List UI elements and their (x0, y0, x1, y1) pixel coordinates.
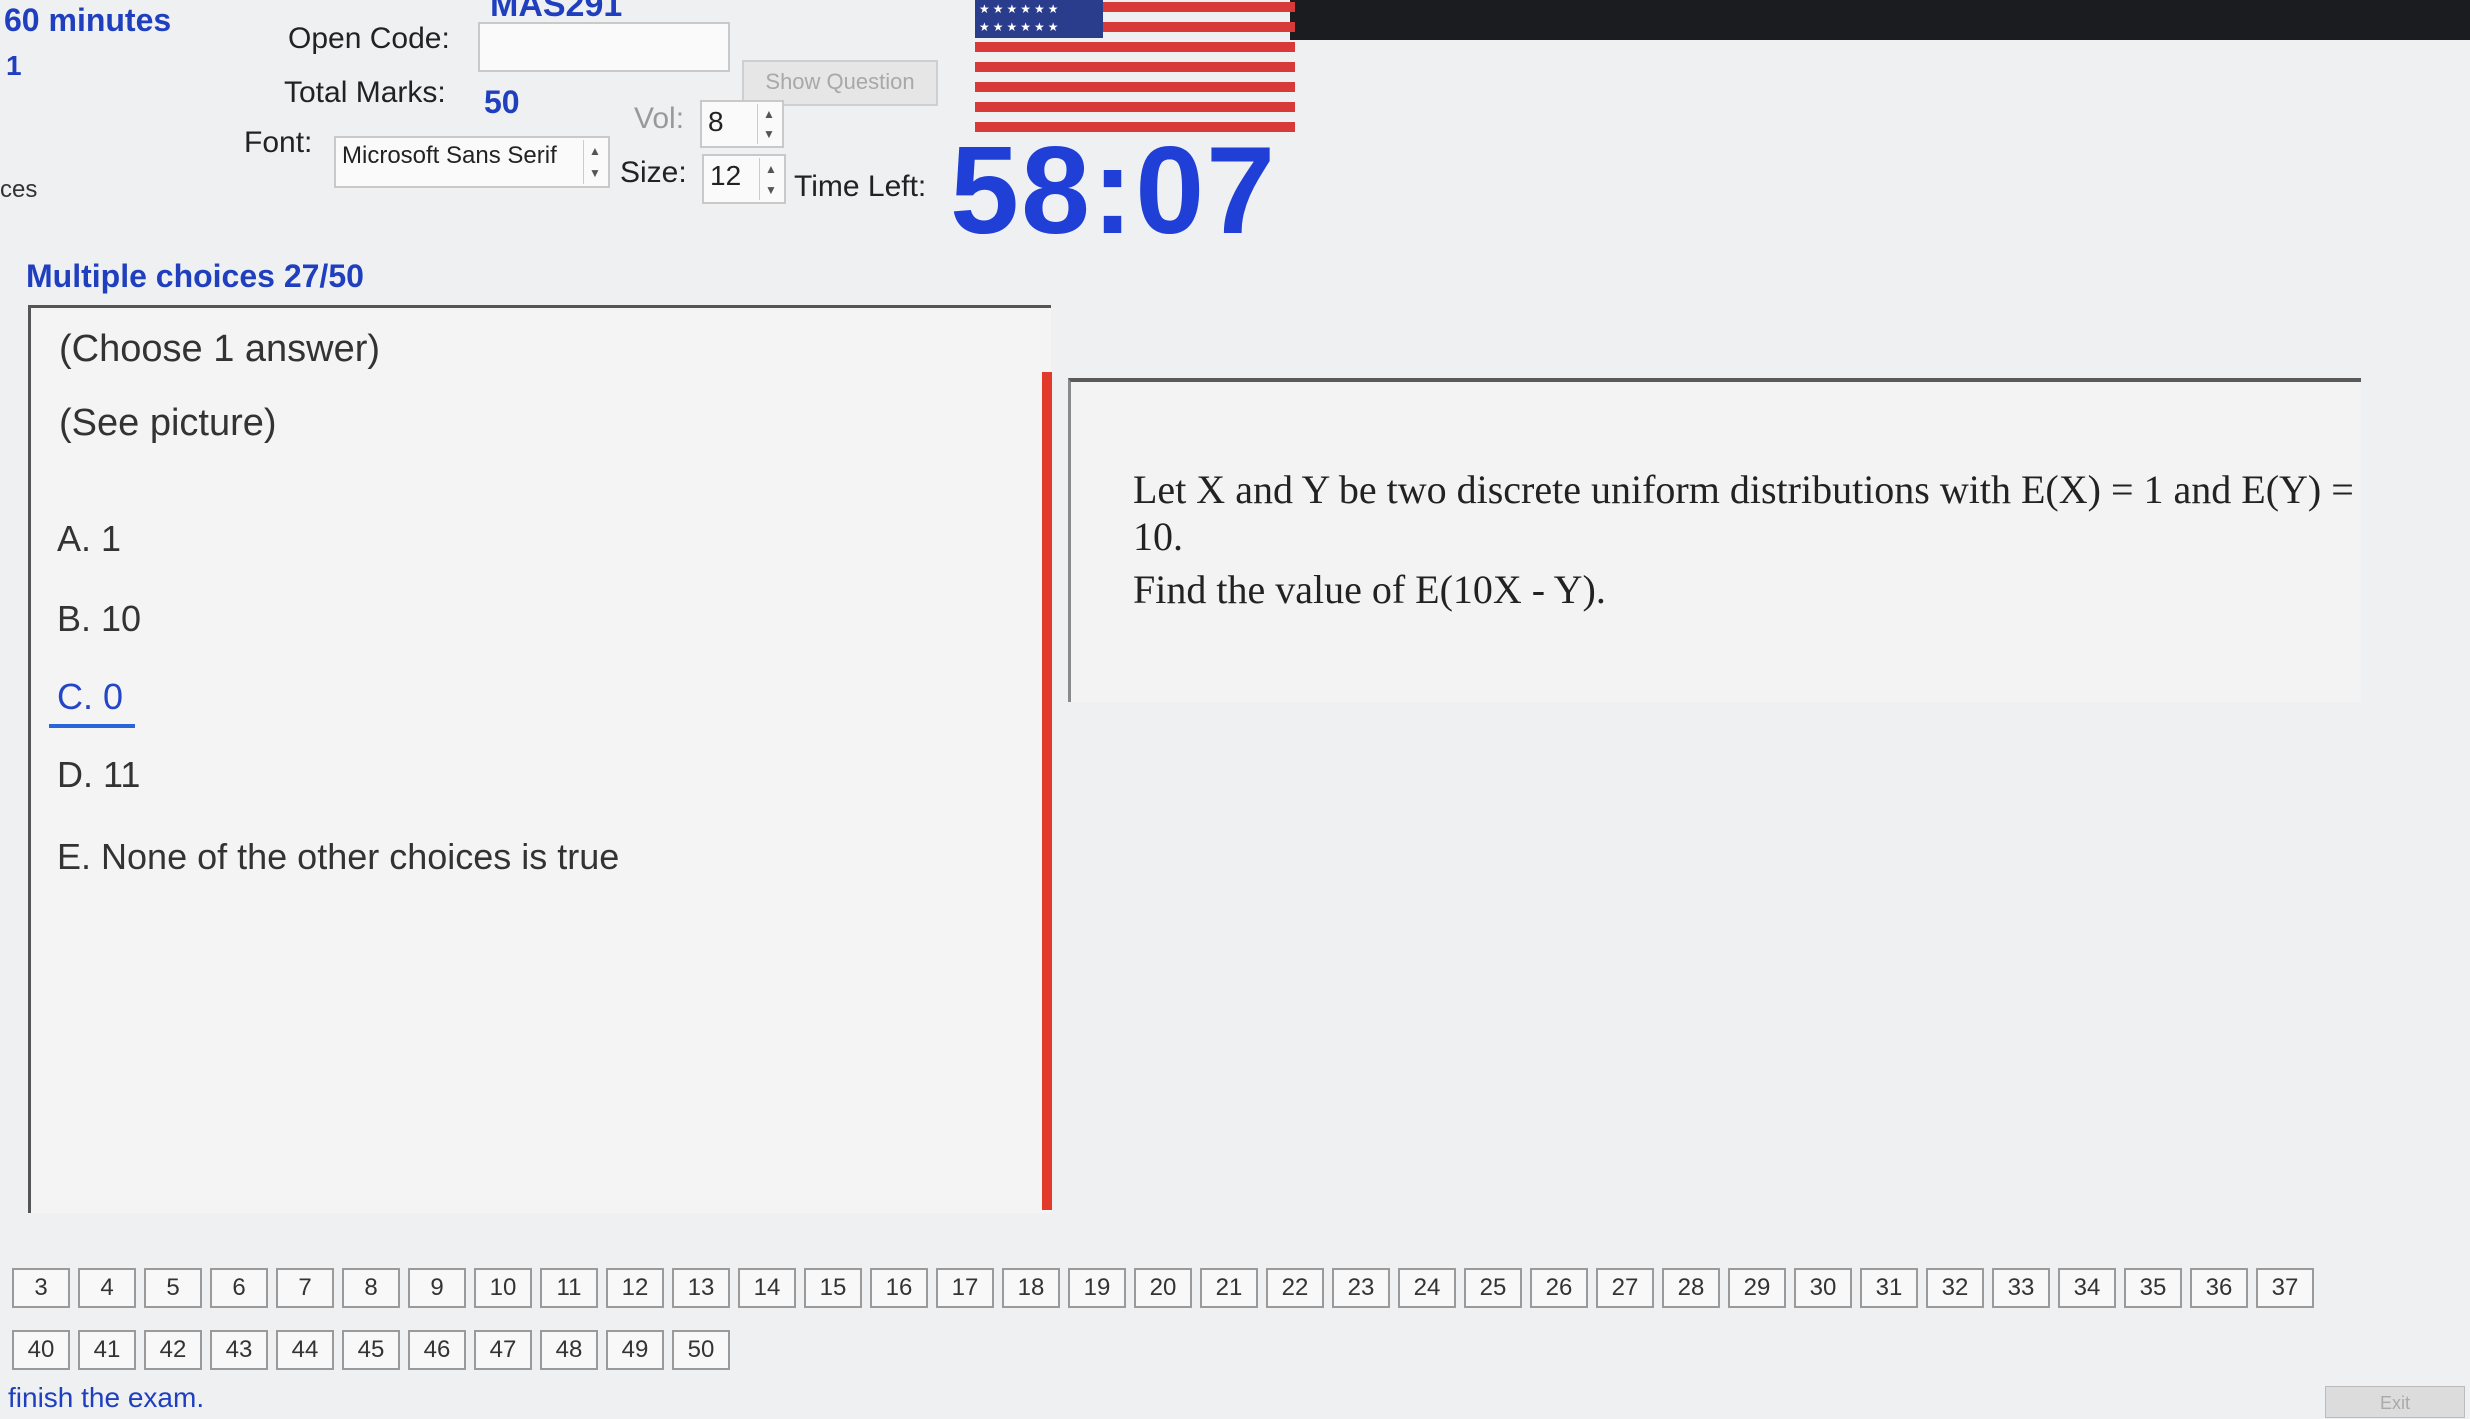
question-picture-panel: Let X and Y be two discrete uniform dist… (1068, 378, 2361, 702)
question-nav-button[interactable]: 33 (1992, 1268, 2050, 1308)
size-spin-arrows-icon[interactable]: ▲ ▼ (759, 158, 782, 200)
font-select[interactable]: Microsoft Sans Serif ▲ ▼ (334, 136, 610, 188)
question-nav-button[interactable]: 47 (474, 1330, 532, 1370)
choose-instruction: (Choose 1 answer) (59, 328, 381, 370)
question-nav-button[interactable]: 26 (1530, 1268, 1588, 1308)
see-picture-note: (See picture) (59, 402, 277, 444)
question-nav-button[interactable]: 24 (1398, 1268, 1456, 1308)
question-nav-button[interactable]: 15 (804, 1268, 862, 1308)
question-nav-button[interactable]: 34 (2058, 1268, 2116, 1308)
question-nav-button[interactable]: 35 (2124, 1268, 2182, 1308)
choice-text: 11 (103, 754, 141, 795)
choice-c[interactable]: C. 0 (48, 676, 136, 728)
question-nav-button[interactable]: 32 (1926, 1268, 1984, 1308)
question-nav-button[interactable]: 48 (540, 1330, 598, 1370)
time-left-value: 58:07 (950, 122, 1278, 260)
choice-a[interactable]: A. 1 (57, 518, 121, 560)
question-nav-button[interactable]: 20 (1134, 1268, 1192, 1308)
question-nav-button[interactable]: 19 (1068, 1268, 1126, 1308)
question-nav-button[interactable]: 6 (210, 1268, 268, 1308)
size-value: 12 (710, 160, 742, 191)
question-nav-button[interactable]: 46 (408, 1330, 466, 1370)
question-nav-button[interactable]: 3 (12, 1268, 70, 1308)
question-nav-button[interactable]: 8 (342, 1268, 400, 1308)
question-nav-button[interactable]: 22 (1266, 1268, 1324, 1308)
question-nav-row-2: 40 41 42 43 44 45 46 47 48 49 50 (12, 1330, 730, 1370)
vol-spin-arrows-icon[interactable]: ▲ ▼ (757, 104, 780, 144)
question-line-1: Let X and Y be two discrete uniform dist… (1133, 467, 2354, 559)
question-nav-row-1: 3 4 5 6 7 8 9 10 11 12 13 14 15 16 17 18 19 20 21 22 23 24 25 2… (12, 1268, 2314, 1308)
question-nav-button[interactable]: 14 (738, 1268, 796, 1308)
total-marks-label: Total Marks: (284, 76, 446, 109)
vol-label: Vol: (634, 102, 685, 135)
choice-b[interactable]: B. 10 (57, 598, 141, 640)
exit-button[interactable]: Exit (2325, 1386, 2465, 1418)
question-nav-button[interactable]: 13 (672, 1268, 730, 1308)
total-marks-value: 50 (484, 84, 520, 120)
choice-text: None of the other choices is true (101, 836, 620, 877)
duration-label: 60 minutes (4, 2, 172, 38)
question-nav-button[interactable]: 4 (78, 1268, 136, 1308)
question-nav-button[interactable]: 37 (2256, 1268, 2314, 1308)
question-nav-button[interactable]: 10 (474, 1268, 532, 1308)
size-label: Size: (620, 156, 687, 189)
us-flag-icon: ★★★★★★ ★★★★★★ (975, 0, 1295, 138)
vol-stepper[interactable]: 8 ▲ ▼ (700, 100, 784, 148)
question-nav-button[interactable]: 5 (144, 1268, 202, 1308)
open-code-label: Open Code: (288, 22, 450, 55)
question-nav-button[interactable]: 25 (1464, 1268, 1522, 1308)
section-title: Multiple choices 27/50 (26, 258, 364, 294)
question-nav-button[interactable]: 50 (672, 1330, 730, 1370)
choice-d[interactable]: D. 11 (57, 754, 140, 796)
time-left-label: Time Left: (794, 170, 927, 203)
left-number: 1 (6, 50, 22, 81)
question-nav-button[interactable]: 44 (276, 1330, 334, 1370)
question-nav-button[interactable]: 30 (1794, 1268, 1852, 1308)
choice-text: 10 (101, 598, 142, 639)
vol-value: 8 (708, 106, 724, 137)
question-nav-button[interactable]: 18 (1002, 1268, 1060, 1308)
font-select-value: Microsoft Sans Serif (342, 142, 557, 169)
top-dark-bar (1290, 0, 2470, 40)
open-code-input[interactable] (478, 22, 730, 72)
panel-divider[interactable] (1042, 372, 1052, 1210)
question-nav-button[interactable]: 40 (12, 1330, 70, 1370)
question-nav-button[interactable]: 42 (144, 1330, 202, 1370)
question-nav-button[interactable]: 29 (1728, 1268, 1786, 1308)
question-nav-button[interactable]: 28 (1662, 1268, 1720, 1308)
choice-text: 1 (101, 518, 122, 559)
side-tab[interactable]: ces (0, 176, 37, 204)
choice-letter: B. (57, 598, 92, 639)
choice-letter: A. (57, 518, 92, 559)
question-nav-button[interactable]: 12 (606, 1268, 664, 1308)
choice-letter: E. (57, 836, 92, 877)
choice-letter: D. (57, 754, 93, 795)
question-nav-button[interactable]: 36 (2190, 1268, 2248, 1308)
choice-text: 0 (103, 676, 124, 717)
question-nav-button[interactable]: 49 (606, 1330, 664, 1370)
question-nav-button[interactable]: 31 (1860, 1268, 1918, 1308)
question-nav-button[interactable]: 43 (210, 1330, 268, 1370)
question-nav-button[interactable]: 11 (540, 1268, 598, 1308)
question-nav-button[interactable]: 27 (1596, 1268, 1654, 1308)
question-nav-button[interactable]: 41 (78, 1330, 136, 1370)
flag-stars-icon: ★★★★★★ ★★★★★★ (975, 0, 1103, 38)
answer-panel: (Choose 1 answer) (See picture) A. 1 B. … (28, 305, 1051, 1213)
question-nav-button[interactable]: 9 (408, 1268, 466, 1308)
choice-e[interactable]: E. None of the other choices is true (57, 836, 619, 878)
size-stepper[interactable]: 12 ▲ ▼ (702, 154, 786, 204)
question-nav-button[interactable]: 21 (1200, 1268, 1258, 1308)
question-nav-button[interactable]: 7 (276, 1268, 334, 1308)
question-line-2: Find the value of E(10X - Y). (1133, 567, 1606, 612)
question-nav-button[interactable]: 16 (870, 1268, 928, 1308)
font-spin-arrows-icon[interactable]: ▲ ▼ (583, 140, 606, 184)
font-label: Font: (244, 126, 313, 159)
question-nav-button[interactable]: 45 (342, 1330, 400, 1370)
question-nav-button[interactable]: 17 (936, 1268, 994, 1308)
question-nav-button[interactable]: 23 (1332, 1268, 1390, 1308)
choice-letter: C. (57, 676, 93, 717)
finish-exam-text: finish the exam. (8, 1382, 205, 1413)
